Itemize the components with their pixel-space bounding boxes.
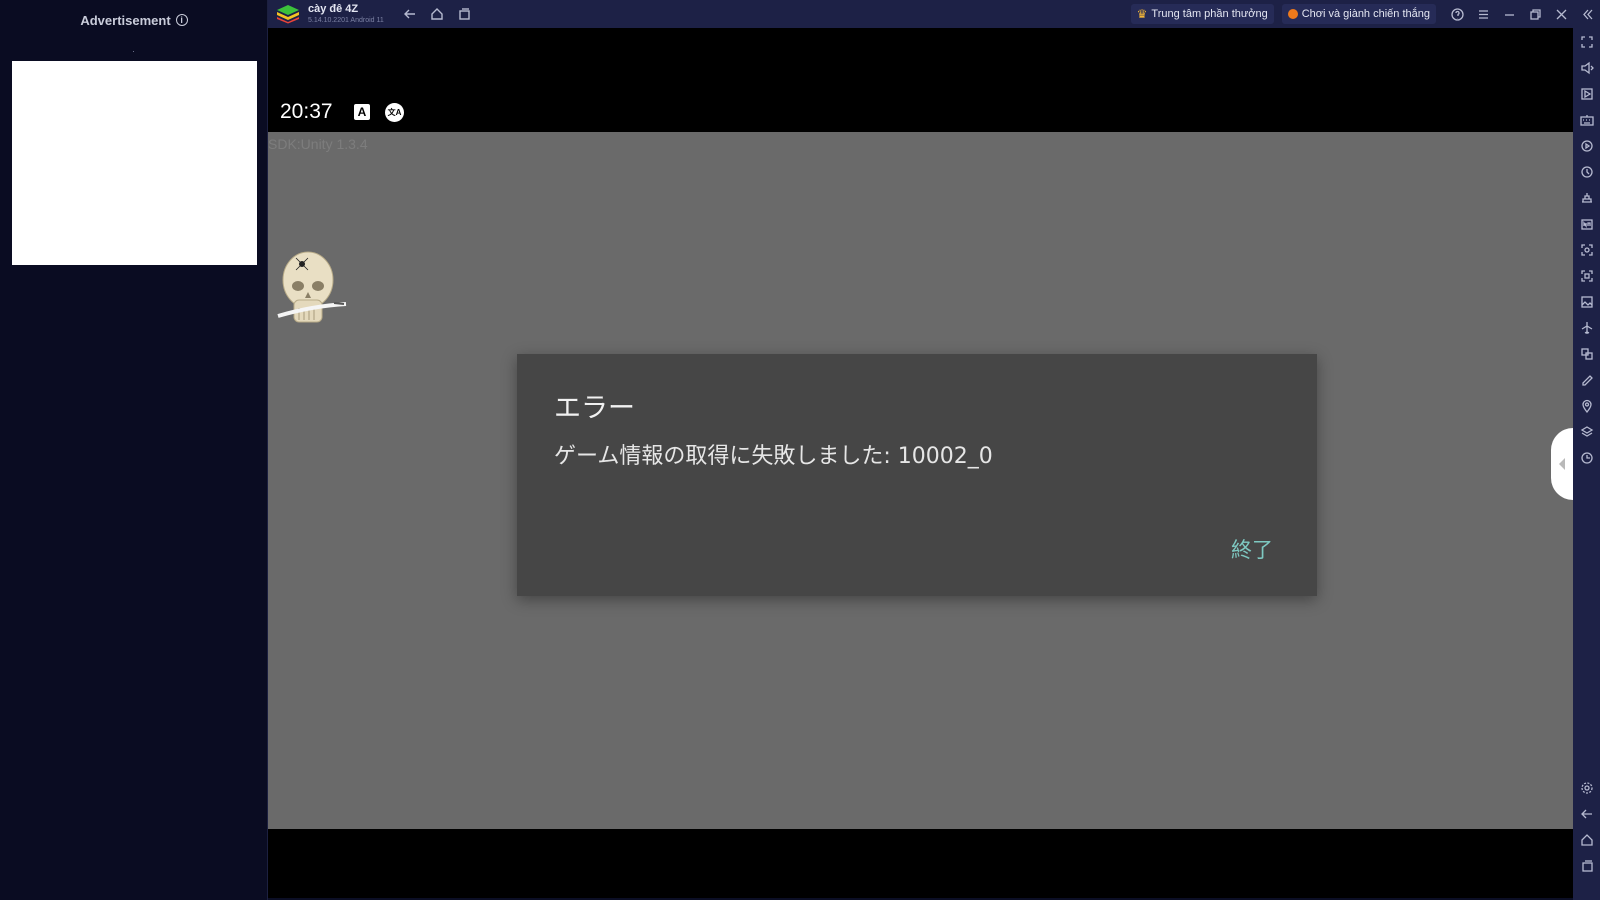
minimize-icon[interactable]: [1496, 0, 1522, 28]
location-icon[interactable]: [1578, 397, 1595, 414]
app-name: cày đê 4Z: [308, 3, 359, 15]
media-manager-icon[interactable]: [1578, 85, 1595, 102]
rotate-icon[interactable]: [1578, 371, 1595, 388]
side-toolbar: [1573, 28, 1600, 900]
gallery-icon[interactable]: [1578, 293, 1595, 310]
ad-header-label: Advertisement: [80, 12, 171, 28]
dialog-title: エラー: [554, 393, 635, 424]
play-win-label: Chơi và giành chiến thắng: [1301, 8, 1430, 20]
crown-icon: ♛: [1136, 7, 1148, 21]
dialog-message: ゲーム情報の取得に失敗しました: 10002_0: [554, 444, 993, 469]
app-name-block: cày đê 4Z 5.14.10.2201 Android 11: [308, 3, 384, 25]
multi-instance-icon[interactable]: [1578, 345, 1595, 362]
ad-dot: [133, 51, 134, 52]
history-icon[interactable]: [1578, 449, 1595, 466]
emulator-titlebar: cày đê 4Z 5.14.10.2201 Android 11 ♛ Trun…: [268, 0, 1600, 28]
close-icon[interactable]: [1548, 0, 1574, 28]
volume-icon[interactable]: [1578, 59, 1595, 76]
restore-icon[interactable]: [1522, 0, 1548, 28]
settings-gear-icon[interactable]: [1578, 779, 1595, 796]
back-arrow-icon[interactable]: [402, 6, 418, 22]
sync-icon[interactable]: [1578, 163, 1595, 180]
side-recent-apps-icon[interactable]: [1578, 857, 1595, 874]
record-icon[interactable]: [1578, 267, 1595, 284]
reward-center-label: Trung tâm phần thưởng: [1151, 8, 1268, 20]
side-home-icon[interactable]: [1578, 831, 1595, 848]
ad-banner[interactable]: [12, 61, 257, 265]
airplane-icon[interactable]: [1578, 319, 1595, 336]
screenshot-icon[interactable]: [1578, 241, 1595, 258]
coin-icon: [1287, 9, 1298, 19]
apk-install-icon[interactable]: [1578, 215, 1595, 232]
layers-icon[interactable]: [1578, 423, 1595, 440]
sdk-label: SDK:Unity 1.3.4: [268, 136, 368, 152]
keyboard-controls-icon[interactable]: [1578, 111, 1595, 128]
android-nav-bar: [268, 829, 1573, 898]
android-screen: 20:37 A 文A SDK:Unity 1.3.4 エラー ゲーム情報の取得に…: [268, 28, 1573, 898]
play-win-button[interactable]: Chơi và giành chiến thắng: [1281, 4, 1436, 24]
game-area[interactable]: SDK:Unity 1.3.4 エラー ゲーム情報の取得に失敗しました: 100…: [268, 132, 1573, 829]
side-back-icon[interactable]: [1578, 805, 1595, 822]
edge-panel-handle[interactable]: [1551, 428, 1573, 500]
exit-button[interactable]: 終了: [1231, 534, 1273, 564]
ad-header: Advertisement i: [0, 12, 268, 28]
app-version: 5.14.10.2201 Android 11: [308, 17, 384, 24]
home-icon[interactable]: [429, 6, 445, 22]
fullscreen-icon[interactable]: [1578, 33, 1595, 50]
error-dialog: エラー ゲーム情報の取得に失敗しました: 10002_0 終了: [517, 354, 1317, 596]
bluestacks-logo-icon: [277, 5, 299, 24]
info-icon[interactable]: i: [175, 14, 188, 26]
status-time: 20:37: [280, 100, 333, 123]
notification-a-icon: A: [354, 104, 370, 120]
ad-panel: Advertisement i: [0, 0, 268, 900]
menu-icon[interactable]: [1470, 0, 1496, 28]
eco-mode-icon[interactable]: [1578, 189, 1595, 206]
skull-logo-icon: [277, 251, 347, 323]
translate-icon: 文A: [385, 103, 404, 122]
reward-center-button[interactable]: ♛ Trung tâm phần thưởng: [1130, 4, 1274, 24]
recent-apps-icon[interactable]: [456, 6, 472, 22]
help-icon[interactable]: [1444, 0, 1470, 28]
status-bar: 20:37 A 文A: [268, 28, 1573, 132]
collapse-sidebar-icon[interactable]: [1574, 0, 1600, 28]
chevron-left-icon: [1559, 458, 1565, 470]
macro-icon[interactable]: [1578, 137, 1595, 154]
